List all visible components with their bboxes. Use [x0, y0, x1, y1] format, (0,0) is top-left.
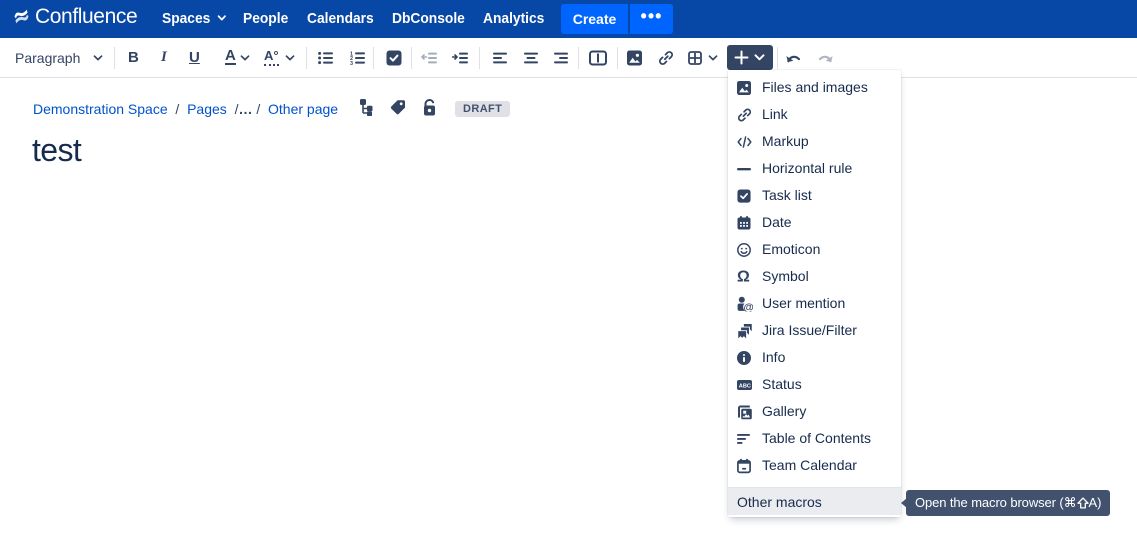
- svg-text:3: 3: [350, 60, 353, 64]
- svg-text:ABC: ABC: [739, 383, 751, 389]
- svg-text:@: @: [744, 301, 754, 311]
